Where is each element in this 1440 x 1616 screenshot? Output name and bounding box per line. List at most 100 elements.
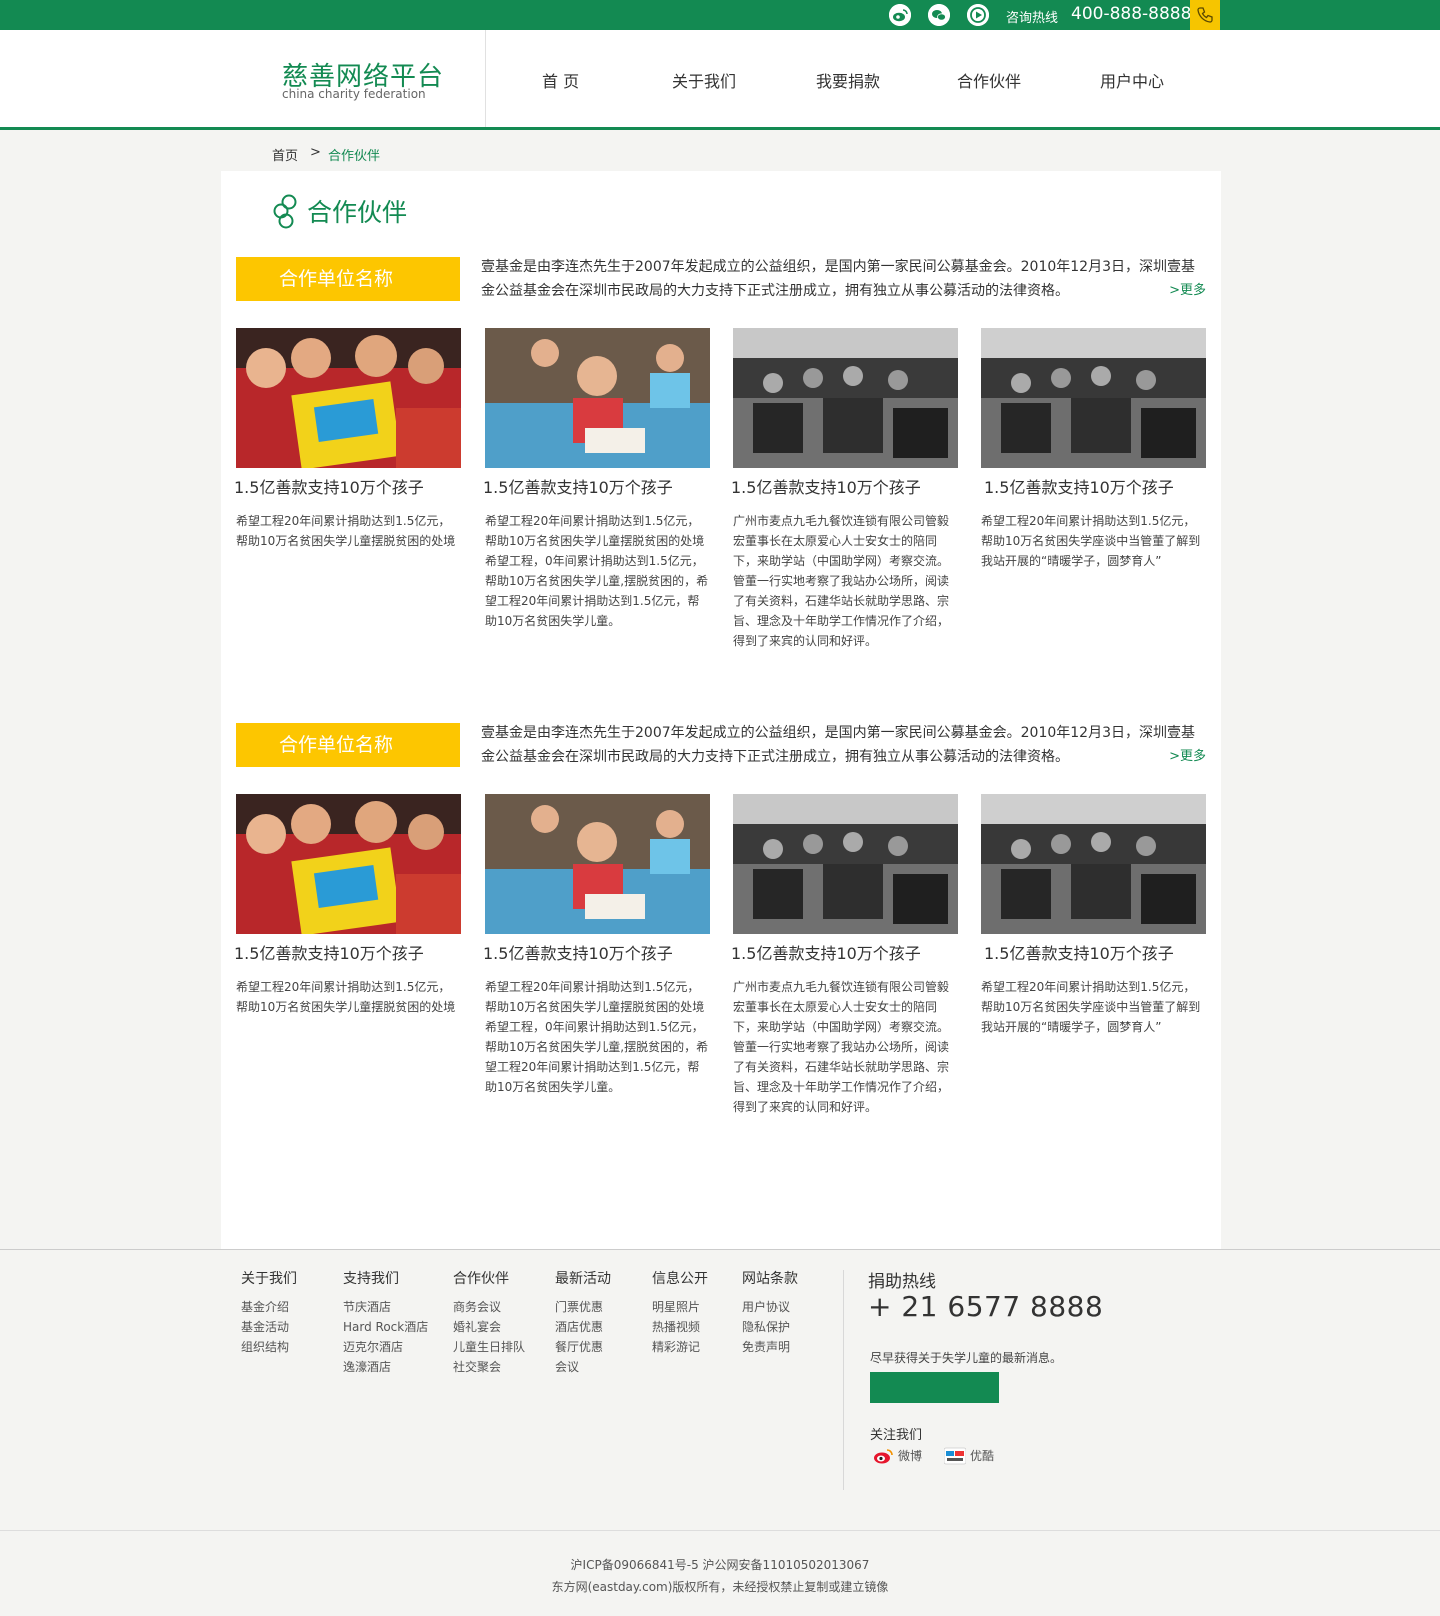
footer-link[interactable]: 婚礼宴会 [453, 1318, 501, 1335]
subscribe-button[interactable] [870, 1372, 999, 1403]
footer-link[interactable]: 免责声明 [742, 1338, 790, 1355]
card-image[interactable] [485, 794, 710, 934]
card-image[interactable] [236, 794, 461, 934]
footer-col-title: 关于我们 [241, 1271, 297, 1287]
footer-link[interactable]: 基金介绍 [241, 1298, 289, 1315]
footer-link[interactable]: 组织结构 [241, 1338, 289, 1355]
site-header: 慈善网络平台 china charity federation 首 页 关于我们… [0, 30, 1440, 130]
subscribe-text: 尽早获得关于失学儿童的最新消息。 [870, 1351, 1063, 1365]
card-description: 广州市麦点九毛九餐饮连锁有限公司管毅宏董事长在太原爱心人士安女士的陪同下，来助学… [733, 514, 950, 648]
partner-card[interactable]: 1.5亿善款支持10万个孩子 希望工程20年间累计捐助达到1.5亿元，帮助10万… [234, 328, 461, 548]
card-image[interactable] [981, 794, 1206, 934]
footer-link[interactable]: 酒店优惠 [555, 1318, 603, 1335]
footer-link[interactable]: 门票优惠 [555, 1298, 603, 1315]
card-image[interactable] [485, 328, 710, 468]
donation-hotline-title: 捐助热线 [868, 1272, 936, 1292]
partner-card[interactable]: 1.5亿善款支持10万个孩子 希望工程20年间累计捐助达到1.5亿元，帮助10万… [981, 328, 1206, 568]
nav-user-center[interactable]: 用户中心 [1100, 68, 1164, 92]
footer-link[interactable]: Hard Rock酒店 [343, 1318, 428, 1335]
breadcrumb-home[interactable]: 首页 [272, 145, 298, 164]
partner-card[interactable]: 1.5亿善款支持10万个孩子 广州市麦点九毛九餐饮连锁有限公司管毅宏董事长在太原… [731, 328, 958, 648]
card-image[interactable] [236, 328, 461, 468]
footer-link[interactable]: 精彩游记 [652, 1338, 700, 1355]
weibo-icon[interactable] [872, 1447, 894, 1465]
header-divider [485, 30, 486, 127]
card-title[interactable]: 1.5亿善款支持10万个孩子 [731, 474, 921, 498]
footer-link[interactable]: 隐私保护 [742, 1318, 790, 1335]
card-description: 希望工程20年间累计捐助达到1.5亿元，帮助10万名贫困失学儿童摆脱贫困的处境希… [485, 980, 709, 1094]
card-title[interactable]: 1.5亿善款支持10万个孩子 [731, 940, 921, 964]
footer-col-title: 合作伙伴 [453, 1271, 509, 1287]
footer-link[interactable]: 逸濠酒店 [343, 1358, 391, 1375]
card-description: 希望工程20年间累计捐助达到1.5亿元，帮助10万名贫困失学儿童摆脱贫困的处境希… [485, 514, 709, 628]
card-description: 希望工程20年间累计捐助达到1.5亿元，帮助10万名贫困失学座谈中当管董了解到我… [981, 980, 1201, 1034]
nav-donate[interactable]: 我要捐款 [816, 68, 880, 92]
card-description: 希望工程20年间累计捐助达到1.5亿元，帮助10万名贫困失学儿童摆脱贫困的处境 [236, 514, 456, 548]
breadcrumb-current: 合作伙伴 [328, 149, 381, 164]
card-description: 希望工程20年间累计捐助达到1.5亿元，帮助10万名贫困失学座谈中当管董了解到我… [981, 514, 1201, 568]
partner-intro: 壹基金是由李连杰先生于2007年发起成立的公益组织，是国内第一家民间公募基金会。… [481, 259, 1195, 299]
partner-card[interactable]: 1.5亿善款支持10万个孩子 希望工程20年间累计捐助达到1.5亿元，帮助10万… [483, 794, 710, 1094]
youku-icon[interactable] [944, 1447, 966, 1465]
page-title: 合作伙伴 [307, 198, 408, 227]
footer-divider [0, 1249, 1440, 1250]
footer-link[interactable]: 基金活动 [241, 1318, 289, 1335]
partners-icon [271, 193, 301, 229]
logo-subtitle: china charity federation [282, 87, 426, 101]
footer-col-title: 网站条款 [742, 1271, 798, 1287]
wechat-icon[interactable] [928, 4, 950, 26]
partner-name-badge: 合作单位名称 [236, 257, 460, 301]
main-panel: 合作伙伴 合作单位名称 壹基金是由李连杰先生于2007年发起成立的公益组织，是国… [221, 171, 1221, 1249]
more-link[interactable]: >更多 [1169, 279, 1206, 298]
more-link[interactable]: >更多 [1169, 745, 1206, 764]
hotline-number: 400-888-8888 [1071, 4, 1192, 24]
youku-link[interactable]: 优酷 [970, 1447, 994, 1464]
card-description: 希望工程20年间累计捐助达到1.5亿元，帮助10万名贫困失学儿童摆脱贫困的处境 [236, 980, 456, 1014]
nav-partners[interactable]: 合作伙伴 [957, 68, 1021, 92]
footer-link[interactable]: 商务会议 [453, 1298, 501, 1315]
footer-link[interactable]: 迈克尔酒店 [343, 1338, 403, 1355]
card-title[interactable]: 1.5亿善款支持10万个孩子 [483, 474, 673, 498]
partner-card[interactable]: 1.5亿善款支持10万个孩子 希望工程20年间累计捐助达到1.5亿元，帮助10万… [483, 328, 710, 628]
card-title[interactable]: 1.5亿善款支持10万个孩子 [234, 940, 424, 964]
weibo-link[interactable]: 微博 [898, 1447, 922, 1464]
card-title[interactable]: 1.5亿善款支持10万个孩子 [984, 474, 1174, 498]
footer-link[interactable]: 社交聚会 [453, 1358, 501, 1375]
footer-link[interactable]: 餐厅优惠 [555, 1338, 603, 1355]
card-title[interactable]: 1.5亿善款支持10万个孩子 [984, 940, 1174, 964]
donation-hotline-number: + 21 6577 8888 [868, 1290, 1104, 1323]
follow-us-title: 关注我们 [870, 1428, 923, 1443]
footer-link[interactable]: 儿童生日排队 [453, 1338, 525, 1355]
card-image[interactable] [733, 328, 958, 468]
video-icon[interactable] [967, 4, 989, 26]
top-bar: 咨询热线 400-888-8888 [0, 0, 1440, 30]
footer-vertical-divider [843, 1270, 844, 1490]
footer-col-title: 最新活动 [555, 1271, 611, 1287]
nav-home[interactable]: 首 页 [542, 68, 579, 92]
card-image[interactable] [733, 794, 958, 934]
footer-col-title: 信息公开 [652, 1271, 708, 1287]
card-title[interactable]: 1.5亿善款支持10万个孩子 [234, 474, 424, 498]
copyright-notice: 东方网(eastday.com)版权所有，未经授权禁止复制或建立镜像 [551, 1580, 889, 1594]
partner-intro: 壹基金是由李连杰先生于2007年发起成立的公益组织，是国内第一家民间公募基金会。… [481, 725, 1195, 765]
partner-card[interactable]: 1.5亿善款支持10万个孩子 广州市麦点九毛九餐饮连锁有限公司管毅宏董事长在太原… [731, 794, 958, 1114]
partner-card[interactable]: 1.5亿善款支持10万个孩子 希望工程20年间累计捐助达到1.5亿元，帮助10万… [981, 794, 1206, 1034]
footer-link[interactable]: 会议 [555, 1358, 579, 1375]
breadcrumb-separator: > [310, 145, 321, 160]
footer-link[interactable]: 明星照片 [652, 1298, 700, 1315]
footer-link[interactable]: 用户协议 [742, 1298, 790, 1315]
card-title[interactable]: 1.5亿善款支持10万个孩子 [483, 940, 673, 964]
phone-icon[interactable] [1190, 0, 1220, 30]
card-image[interactable] [981, 328, 1206, 468]
partner-name-badge: 合作单位名称 [236, 723, 460, 767]
footer-col-title: 支持我们 [343, 1271, 399, 1287]
footer-link[interactable]: 热播视频 [652, 1318, 700, 1335]
icp-record: 沪ICP备09066841号-5 沪公网安备11010502013067 [570, 1558, 870, 1572]
hotline-label: 咨询热线 [1006, 11, 1059, 26]
footer-bottom-divider [0, 1530, 1440, 1531]
nav-about[interactable]: 关于我们 [672, 68, 736, 92]
card-description: 广州市麦点九毛九餐饮连锁有限公司管毅宏董事长在太原爱心人士安女士的陪同下，来助学… [733, 980, 950, 1114]
footer-link[interactable]: 节庆酒店 [343, 1298, 391, 1315]
weibo-icon[interactable] [889, 4, 911, 26]
partner-card[interactable]: 1.5亿善款支持10万个孩子 希望工程20年间累计捐助达到1.5亿元，帮助10万… [234, 794, 461, 1014]
